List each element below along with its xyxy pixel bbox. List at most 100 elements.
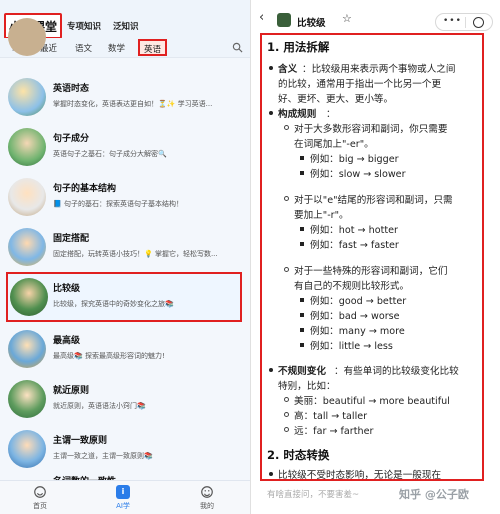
back-icon[interactable]: ‹	[259, 10, 264, 25]
list-item[interactable]: 句子的基本结构 📘 句子的基石：探索英语句子基本结构！	[0, 172, 250, 222]
nav-label: 我的	[200, 502, 214, 510]
course-thumbnail	[8, 330, 46, 368]
bullet	[269, 472, 273, 476]
example-bullet	[300, 343, 304, 347]
chat-input-bar[interactable]: 有啥直接问，不要害羞~ 知乎 @公子欧	[251, 482, 500, 514]
bullet	[269, 111, 273, 115]
term-label: 含义	[278, 64, 298, 75]
course-thumbnail	[10, 278, 48, 316]
example-text: 例如：bad → worse	[310, 311, 400, 322]
course-title: 句子的基本结构	[53, 184, 117, 194]
content-text: 对于大多数形容词和副词，你只需要	[294, 124, 448, 135]
list-item[interactable]: 英语时态 掌握时态变化，英语表达更自如！⏳✨ 学习英语...	[0, 72, 250, 122]
bullet	[269, 66, 273, 70]
lesson-content: 1. 用法拆解 含义 ：比较级用来表示两个事物或人之间 的比较，通常用于指出一个…	[260, 33, 484, 481]
course-thumbnail	[8, 430, 46, 468]
course-title: 句子成分	[53, 134, 90, 144]
course-thumbnail	[8, 178, 46, 216]
example-text: 远：far → farther	[294, 426, 374, 437]
content-text: 的比较，通常用于指出一个比另一个更	[278, 79, 442, 90]
content-text: 比较级不受时态影响，无论是一般现在	[278, 470, 442, 481]
list-item[interactable]: 固定搭配 固定搭配，玩转英语小技巧！💡 掌握它，轻松写数...	[0, 222, 250, 272]
list-item[interactable]: 就近原则 就近原则，英语语法小窍门📚	[0, 374, 250, 424]
list-item-selected[interactable]: 比较级 比较级，探究英语中的奇妙变化之旅📚	[6, 272, 242, 322]
sub-bullet	[284, 412, 289, 417]
content-text: 特别，比如：	[278, 381, 336, 392]
content-text: ：有些单词的比较级变化比较	[334, 366, 459, 377]
tab-general-knowledge[interactable]: 泛知识	[113, 20, 139, 32]
course-desc: 掌握时态变化，英语表达更自如！⏳✨ 学习英语...	[53, 100, 213, 108]
example-bullet	[300, 313, 304, 317]
course-desc: 比较级，探究英语中的奇妙变化之旅📚	[53, 300, 174, 308]
lesson-header: ‹ 比较级 ☆ •••	[251, 0, 500, 34]
content-text: 对于以"e"结尾的形容词和副词，只需	[294, 195, 453, 206]
course-desc: 英语句子之基石：句子成分大解密🔍	[53, 150, 167, 158]
sub-bullet	[284, 397, 289, 402]
course-title: 就近原则	[53, 386, 90, 396]
ai-icon: i	[116, 485, 130, 499]
content-text: 有自己的不规则比较形式。	[294, 281, 410, 292]
lesson-title: 比较级	[297, 18, 326, 29]
course-title: 最高级	[53, 336, 81, 346]
content-text: ：	[326, 109, 336, 120]
course-thumbnail	[8, 78, 46, 116]
content-text: ：比较级用来表示两个事物或人之间	[302, 64, 456, 75]
section-heading: 1. 用法拆解	[267, 40, 330, 54]
example-text: 例如：good → better	[310, 296, 407, 307]
example-text: 例如：fast → faster	[310, 240, 399, 251]
sub-bullet	[284, 196, 289, 201]
close-icon[interactable]	[473, 17, 484, 28]
course-thumbnail	[8, 18, 46, 56]
course-title: 固定搭配	[53, 234, 90, 244]
nav-ai-learn[interactable]: i AI学	[103, 485, 143, 511]
list-item[interactable]: 句子成分 英语句子之基石：句子成分大解密🔍	[0, 122, 250, 172]
capsule-divider	[465, 17, 466, 28]
nav-home[interactable]: 首页	[20, 485, 60, 511]
list-item[interactable]: 最高级 最高级📚 探索最高级形容词的魅力!	[0, 324, 250, 374]
lesson-avatar	[277, 13, 291, 27]
example-bullet	[300, 171, 304, 175]
content-text: 对于一些特殊的形容词和副词，它们	[294, 266, 448, 277]
term-label: 不规则变化	[278, 366, 326, 377]
nav-label: AI学	[116, 502, 130, 510]
example-bullet	[300, 242, 304, 246]
course-desc: 主谓一致之道，主谓一致原则📚	[53, 452, 153, 460]
example-bullet	[300, 328, 304, 332]
list-item[interactable]: 主谓一致原则 主谓一致之道，主谓一致原则📚	[0, 424, 250, 474]
course-desc: 📘 句子的基石：探索英语句子基本结构！	[53, 200, 183, 208]
home-icon	[34, 486, 46, 498]
example-text: 例如：hot → hotter	[310, 225, 398, 236]
term-label: 构成规则	[278, 109, 317, 120]
sub-bullet	[284, 267, 289, 272]
course-list-panel: 小叮课堂 专项知识 泛知识 最近 语文 数学 英语 英语时态 掌握时态变化，英语…	[0, 0, 250, 514]
favorite-star-icon[interactable]: ☆	[342, 12, 352, 25]
profile-icon	[201, 486, 213, 498]
example-text: 例如：little → less	[310, 341, 393, 352]
watermark-text: 知乎 @公子欧	[399, 488, 469, 501]
nav-label: 首页	[33, 502, 47, 510]
content-text: 在词尾加上"-er"。	[294, 139, 374, 150]
example-text: 高：tall → taller	[294, 411, 368, 422]
course-thumbnail	[8, 380, 46, 418]
more-icon[interactable]: •••	[443, 16, 462, 26]
course-thumbnail	[8, 128, 46, 166]
course-title: 比较级	[53, 284, 81, 294]
course-desc: 最高级📚 探索最高级形容词的魅力!	[53, 352, 165, 360]
miniprogram-capsule[interactable]: •••	[435, 13, 493, 31]
bullet	[269, 368, 273, 372]
course-thumbnail	[8, 228, 46, 266]
example-bullet	[300, 227, 304, 231]
nav-profile[interactable]: 我的	[187, 485, 227, 511]
tab-special-knowledge[interactable]: 专项知识	[67, 20, 101, 32]
bottom-nav: 首页 i AI学 我的	[0, 480, 250, 514]
course-desc: 固定搭配，玩转英语小技巧！💡 掌握它，轻松写数...	[53, 250, 218, 258]
chat-input-placeholder[interactable]: 有啥直接问，不要害羞~	[267, 488, 359, 500]
sub-bullet	[284, 125, 289, 130]
course-title: 主谓一致原则	[53, 436, 108, 446]
example-text: 例如：big → bigger	[310, 154, 399, 165]
content-text: 要加上"-r"。	[294, 210, 349, 221]
example-text: 例如：many → more	[310, 326, 405, 337]
section-heading: 2. 时态转换	[267, 448, 330, 462]
sub-bullet	[284, 427, 289, 432]
list-item[interactable]	[0, 18, 250, 60]
